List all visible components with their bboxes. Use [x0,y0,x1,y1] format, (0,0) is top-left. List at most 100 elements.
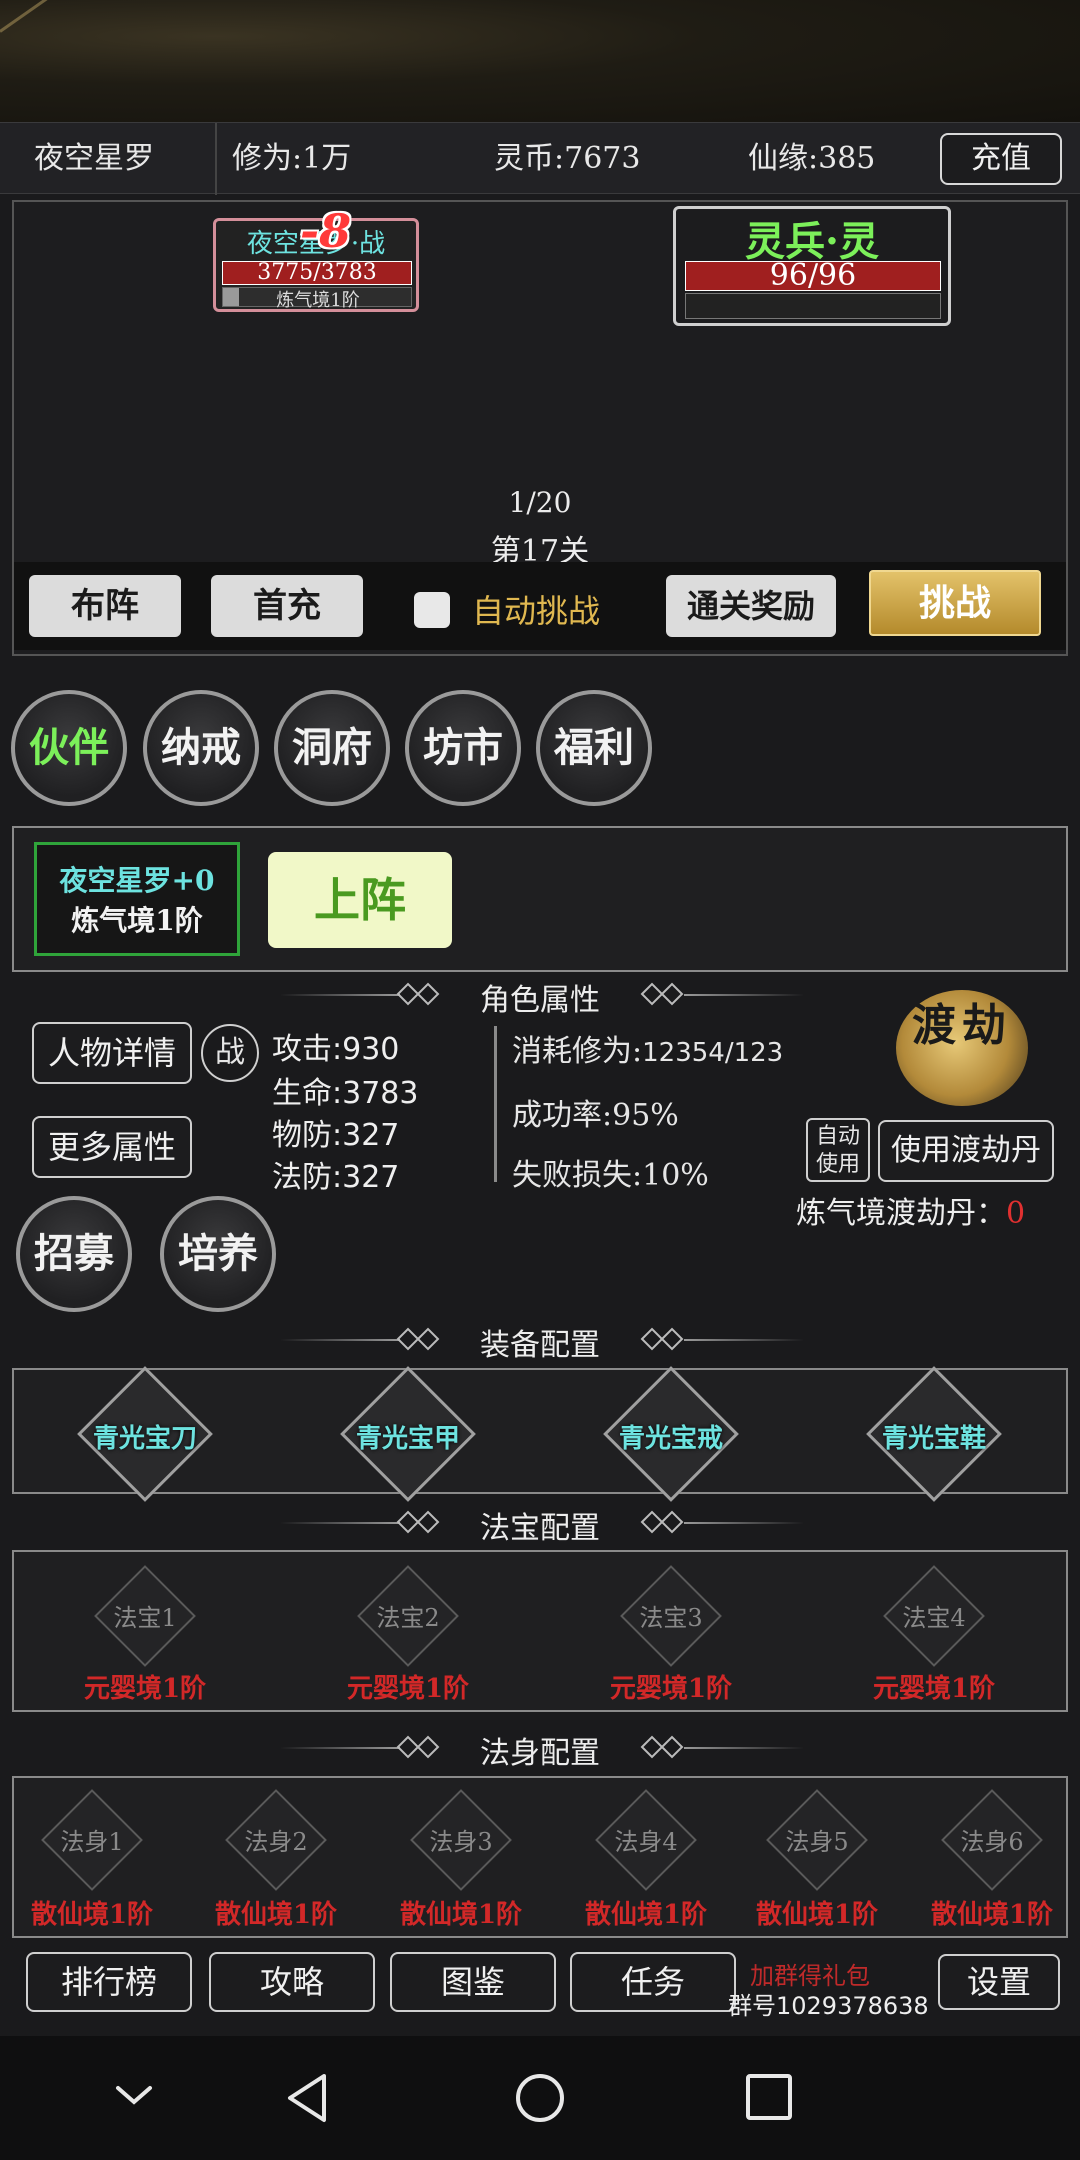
attack-stat: 攻击:930 [272,1032,400,1067]
first-recharge-button[interactable]: 首充 [211,575,363,637]
formation-button[interactable]: 布阵 [29,575,181,637]
more-attributes-button[interactable]: 更多属性 [32,1116,192,1178]
destiny-value: 仙缘:385 [748,141,876,176]
deco-line [684,994,804,996]
settings-button[interactable]: 设置 [938,1954,1060,2010]
equip-name-weapon: 青光宝刀 [92,1424,197,1454]
enemy-exp-bar [685,293,941,319]
failure-loss: 失败损失:10% [512,1158,709,1193]
treasure-slot-requirement: 元婴境1阶 [346,1674,470,1704]
treasure-slot-label: 法宝2 [376,1604,440,1632]
enemy-hp-bar: 96/96 [685,261,941,291]
tribulation-icon: 渡劫 [896,990,1028,1106]
bodies-title: 法身配置 [480,1736,600,1771]
use-pill-button[interactable]: 使用渡劫丹 [878,1120,1054,1182]
menu-cave-button[interactable]: 洞府 [274,690,390,806]
deco-line [684,1522,804,1524]
damage-number: -8 [300,204,352,258]
home-icon[interactable] [512,2070,568,2126]
menu-ring-button[interactable]: 纳戒 [143,690,259,806]
equip-name-ring: 青光宝戒 [618,1424,723,1454]
recharge-button[interactable]: 充值 [940,133,1062,185]
cost-label: 消耗修为:12354/123 [512,1026,783,1070]
group-number-text: 群号1029378638 [728,1992,929,2020]
diamond-ornament-icon [640,1735,684,1759]
auto-challenge-label[interactable]: 自动挑战 [472,586,600,632]
cost-value: 12354/123 [642,1038,784,1068]
ranking-button[interactable]: 排行榜 [26,1952,192,2012]
cost-text: 消耗修为: [512,1034,643,1069]
equip-name-armor: 青光宝甲 [355,1424,460,1454]
clear-reward-button[interactable]: 通关奖励 [666,575,836,637]
magic-def-stat: 法防:327 [272,1160,400,1195]
equip-name-boots: 青光宝鞋 [881,1424,986,1454]
nav-down-icon[interactable] [110,2080,158,2110]
system-nav-bar [0,2036,1080,2160]
partner-realm: 炼气境1阶 [71,904,203,937]
tribulation-logo-text: 渡劫 [912,1000,1012,1051]
diamond-ornament-icon [640,982,684,1006]
treasure-slot-requirement: 元婴境1阶 [609,1674,733,1704]
menu-market-button[interactable]: 坊市 [405,690,521,806]
body-slot-label: 法身5 [785,1828,849,1856]
auto-use-toggle[interactable]: 自动使用 [806,1118,870,1182]
deploy-button[interactable]: 上阵 [268,852,452,948]
body-slot-label: 法身3 [429,1828,493,1856]
phys-def-stat: 物防:327 [272,1118,400,1153]
menu-welfare-button[interactable]: 福利 [536,690,652,806]
pill-count-value: 0 [1006,1196,1026,1231]
pill-count-label: 炼气境渡劫丹：0 [796,1188,1025,1232]
enemy-unit-card[interactable]: 灵兵·灵 96/96 [673,206,951,326]
treasure-slot-label: 法宝4 [902,1604,966,1632]
body-slot-requirement: 散仙境1阶 [584,1900,708,1930]
body-slot-label: 法身6 [960,1828,1024,1856]
wave-progress: 1/20 [508,486,572,519]
body-slot-requirement: 散仙境1阶 [755,1900,879,1930]
pill-count-text: 炼气境渡劫丹： [796,1196,1006,1231]
body-slot-label: 法身4 [614,1828,678,1856]
treasures-title: 法宝配置 [480,1511,600,1546]
diamond-ornament-icon [640,1510,684,1534]
auto-challenge-checkbox[interactable] [414,592,450,628]
player-realm: 炼气境1阶 [276,290,360,311]
back-icon[interactable] [282,2070,332,2126]
challenge-button[interactable]: 挑战 [869,570,1041,636]
treasure-slot-requirement: 元婴境1阶 [872,1674,996,1704]
diamond-ornament-icon [640,1327,684,1351]
top-decoration [0,0,1080,122]
character-details-button[interactable]: 人物详情 [32,1022,192,1084]
body-slot-requirement: 散仙境1阶 [214,1900,338,1930]
life-stat: 生命:3783 [272,1076,419,1111]
spirit-coins-value: 灵币:7673 [494,141,641,176]
treasure-slot-label: 法宝3 [639,1604,703,1632]
success-rate: 成功率:95% [512,1098,679,1133]
player-exp-bar: 炼气境1阶 [222,287,412,311]
player-hp-bar: 3775/3783 [222,261,412,285]
menu-partner-button[interactable]: 伙伴 [11,690,127,806]
treasure-slot-label: 法宝1 [113,1604,177,1632]
deco-line [684,1747,804,1749]
body-slot-requirement: 散仙境1阶 [930,1900,1054,1930]
codex-button[interactable]: 图鉴 [390,1952,556,2012]
recruit-button[interactable]: 招募 [16,1196,132,1312]
equipment-title: 装备配置 [480,1328,600,1363]
status-bar: 夜空星罗 修为:1万 灵币:7673 仙缘:385 充值 [0,122,1080,195]
bodies-frame [12,1776,1068,1938]
deco-line [684,1339,804,1341]
body-slot-label: 法身1 [60,1828,124,1856]
guide-button[interactable]: 攻略 [209,1952,375,2012]
treasure-slot-requirement: 元婴境1阶 [83,1674,207,1704]
train-button[interactable]: 培养 [160,1196,276,1312]
divider [215,123,217,195]
body-slot-requirement: 散仙境1阶 [399,1900,523,1930]
stat-divider [494,1026,497,1182]
player-name: 夜空星罗 [34,141,154,176]
body-slot-requirement: 散仙境1阶 [30,1900,154,1930]
partner-card[interactable]: 夜空星罗+0 炼气境1阶 [34,842,240,956]
body-slot-label: 法身2 [244,1828,308,1856]
battle-badge[interactable]: 战 [201,1024,259,1082]
recents-icon[interactable] [744,2072,794,2124]
cultivation-value: 修为:1万 [232,141,352,176]
tasks-button[interactable]: 任务 [570,1952,736,2012]
partner-name: 夜空星罗+0 [59,864,215,897]
